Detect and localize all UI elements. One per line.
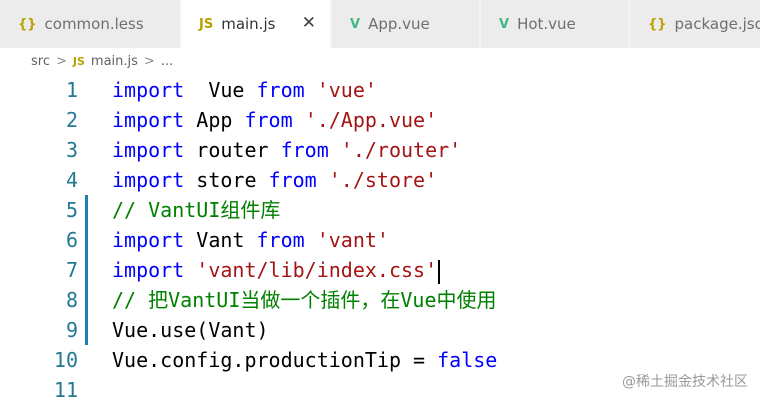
line-number: 4 <box>65 168 78 192</box>
vue-file-icon: V <box>350 16 361 32</box>
code-text: Vue.config.productionTip = false <box>112 345 497 375</box>
tab-hot-vue[interactable]: V Hot.vue <box>481 0 629 48</box>
code-token: store <box>184 168 269 192</box>
text-cursor <box>438 259 441 284</box>
line-number: 8 <box>65 288 78 312</box>
code-text: import Vant from 'vant' <box>112 225 389 255</box>
keyword-token: import <box>112 168 185 192</box>
tab-label: common.less <box>44 15 144 33</box>
keyword-token: from <box>268 168 317 192</box>
line-number: 10 <box>53 348 78 372</box>
braces-icon: {} <box>18 16 37 32</box>
line-number: 7 <box>65 258 78 282</box>
modified-gutter-marker <box>85 255 88 285</box>
tab-main-js[interactable]: JS main.js ✕ <box>181 0 331 48</box>
code-text: import router from './router' <box>112 135 461 165</box>
string-token: './router' <box>340 138 462 162</box>
comment-token: // VantUI组件库 <box>112 198 281 222</box>
keyword-token: from <box>280 138 329 162</box>
code-line[interactable]: 8 // 把VantUI当做一个插件，在Vue中使用 <box>0 285 760 315</box>
tab-label: main.js <box>221 15 276 33</box>
line-number: 9 <box>65 318 78 342</box>
code-line[interactable]: 4 import store from './store' <box>0 165 760 195</box>
tab-app-vue[interactable]: V App.vue <box>332 0 480 48</box>
keyword-token: import <box>112 228 185 252</box>
editor-tab-bar: {} common.less JS main.js ✕ V App.vue V … <box>0 0 760 48</box>
tab-common-less[interactable]: {} common.less <box>0 0 180 48</box>
modified-gutter-marker <box>85 315 88 345</box>
code-text: // 把VantUI当做一个插件，在Vue中使用 <box>112 285 497 315</box>
code-line[interactable]: 7 import 'vant/lib/index.css' <box>0 255 760 285</box>
keyword-token: import <box>112 258 185 282</box>
code-line[interactable]: 2 import App from './App.vue' <box>0 105 760 135</box>
string-token: './store' <box>328 168 438 192</box>
line-number: 11 <box>53 378 78 402</box>
comment-token: // 把VantUI当做一个插件，在Vue中使用 <box>112 288 497 312</box>
string-token: 'vant/lib/index.css' <box>196 258 438 282</box>
tab-label: Hot.vue <box>517 15 576 33</box>
code-line[interactable]: 5 // VantUI组件库 <box>0 195 760 225</box>
tab-label: package.json <box>674 15 760 33</box>
code-token: Vue.use(Vant) <box>112 318 269 342</box>
code-line[interactable]: 6 import Vant from 'vant' <box>0 225 760 255</box>
code-token: router <box>184 138 281 162</box>
keyword-token: from <box>244 108 293 132</box>
line-number: 1 <box>65 78 78 102</box>
js-file-icon: JS <box>199 16 214 32</box>
line-number: 3 <box>65 138 78 162</box>
code-token: Vant <box>184 228 257 252</box>
breadcrumb-file[interactable]: main.js <box>91 54 138 69</box>
close-icon[interactable]: ✕ <box>302 13 316 33</box>
code-token: Vue <box>184 78 257 102</box>
watermark: @稀土掘金技术社区 <box>622 374 748 390</box>
code-text: import store from './store' <box>112 165 437 195</box>
keyword-token: from <box>256 228 305 252</box>
code-text: import Vue from 'vue' <box>112 75 377 105</box>
line-number: 2 <box>65 108 78 132</box>
code-token: App <box>184 108 245 132</box>
code-line[interactable]: 3 import router from './router' <box>0 135 760 165</box>
line-number: 5 <box>65 198 78 222</box>
string-token: 'vant' <box>316 228 389 252</box>
string-token: 'vue' <box>316 78 377 102</box>
code-line[interactable]: 9 Vue.use(Vant) <box>0 315 760 345</box>
keyword-token: import <box>112 138 185 162</box>
code-token: Vue.config.productionTip = <box>112 348 438 372</box>
keyword-token: import <box>112 108 185 132</box>
code-text: import 'vant/lib/index.css' <box>112 255 441 285</box>
code-text: // VantUI组件库 <box>112 195 280 225</box>
string-token: './App.vue' <box>304 108 438 132</box>
chevron-right-icon: > <box>55 53 67 69</box>
breadcrumb-folder[interactable]: src <box>31 54 50 69</box>
modified-gutter-marker <box>85 195 88 225</box>
keyword-token: from <box>256 78 305 102</box>
breadcrumb-more[interactable]: ... <box>161 54 173 69</box>
line-number: 6 <box>65 228 78 252</box>
code-text: Vue.use(Vant) <box>112 315 269 345</box>
code-editor[interactable]: 1 import Vue from 'vue' 2 import App from '… <box>0 74 760 405</box>
keyword-token: false <box>437 348 498 372</box>
code-text: import App from './App.vue' <box>112 105 437 135</box>
code-line[interactable]: 1 import Vue from 'vue' <box>0 75 760 105</box>
keyword-token: import <box>112 78 185 102</box>
js-file-icon: JS <box>72 54 85 68</box>
tab-label: App.vue <box>368 15 430 33</box>
breadcrumb: src > JS main.js > ... <box>0 48 760 74</box>
tab-package-json[interactable]: {} package.json <box>630 0 760 48</box>
modified-gutter-marker <box>85 225 88 255</box>
vue-file-icon: V <box>499 16 510 32</box>
chevron-right-icon: > <box>143 53 155 69</box>
braces-icon: {} <box>648 16 667 32</box>
modified-gutter-marker <box>85 285 88 315</box>
